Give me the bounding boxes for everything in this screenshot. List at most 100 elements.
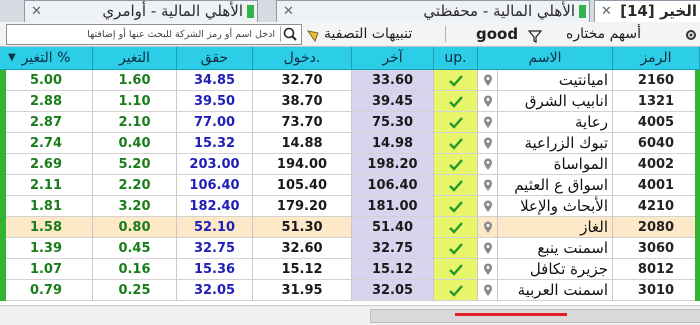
- watchlist-label: أسهم مختاره: [566, 26, 641, 42]
- filter-alerts-button[interactable]: تنبيهات التصفية: [306, 22, 440, 46]
- scrollbar-thumb[interactable]: [370, 309, 700, 323]
- cell-symbol: 3010: [613, 280, 700, 301]
- cell-pct: 1.39: [0, 238, 93, 259]
- column-header-symbol[interactable]: الرمز: [613, 47, 700, 69]
- cell-name: الغاز: [498, 217, 613, 238]
- table-row[interactable]: 2.11 2.20 106.40 105.40 106.40 اسواق ع العثيم…: [0, 175, 700, 196]
- search-icon[interactable]: [280, 26, 299, 42]
- cell-target: 203.00: [177, 154, 253, 175]
- cell-change: 1.10: [93, 91, 177, 112]
- column-header-entry[interactable]: دخول.: [253, 47, 352, 69]
- cell-last: 15.12: [352, 259, 434, 280]
- location-pin-icon: [478, 175, 498, 196]
- sort-arrow-icon[interactable]: ▼: [8, 47, 16, 69]
- cell-change: 3.20: [93, 196, 177, 217]
- cell-entry: 32.60: [253, 238, 352, 259]
- check-icon: [434, 91, 478, 112]
- scroll-position-indicator: [455, 313, 567, 316]
- cell-name: اسواق ع العثيم: [498, 175, 613, 196]
- column-header-change-pct[interactable]: ▼ التغير %: [0, 47, 93, 69]
- table-row[interactable]: 1.39 0.45 32.75 32.60 32.75 اسمنت ينبع 3060: [0, 238, 700, 259]
- cell-last: 14.98: [352, 133, 434, 154]
- trend-bar-right: [695, 133, 700, 154]
- cell-target: 52.10: [177, 217, 253, 238]
- cell-symbol: 3060: [613, 238, 700, 259]
- column-header-up[interactable]: up.: [434, 47, 478, 69]
- check-icon: [434, 217, 478, 238]
- table-row[interactable]: 1.07 0.16 15.36 15.12 15.12 جزيرة تكافل 8012: [0, 259, 700, 280]
- cell-change: 2.10: [93, 112, 177, 133]
- horizontal-scrollbar[interactable]: [0, 305, 700, 325]
- cell-entry: 105.40: [253, 175, 352, 196]
- watchlist-selector[interactable]: good أسهم مختاره: [456, 22, 684, 46]
- tab-label: الأهلي المالية - أوامري: [102, 2, 243, 20]
- cell-name: المواساة: [498, 154, 613, 175]
- cell-change: 5.20: [93, 154, 177, 175]
- cell-pct: 1.81: [0, 196, 93, 217]
- cell-entry: 32.70: [253, 70, 352, 91]
- watchlist-table: ▼ التغير % التغير حقق دخول. آخر up. الاس…: [0, 47, 700, 305]
- cell-symbol: 2160: [613, 70, 700, 91]
- status-indicator: [579, 5, 586, 18]
- table-header: ▼ التغير % التغير حقق دخول. آخر up. الاس…: [0, 47, 700, 70]
- column-header-target[interactable]: حقق: [177, 47, 253, 69]
- cell-name: الأبحاث والإعلا: [498, 196, 613, 217]
- cell-change: 0.16: [93, 259, 177, 280]
- tab-label: الأهلي المالية - محفظتي: [423, 2, 575, 20]
- check-icon: [434, 154, 478, 175]
- cell-target: 34.85: [177, 70, 253, 91]
- trend-bar-right: [695, 154, 700, 175]
- cell-pct: 2.11: [0, 175, 93, 196]
- cell-symbol: 1321: [613, 91, 700, 112]
- cell-entry: 194.00: [253, 154, 352, 175]
- symbol-search[interactable]: ادخل اسم أو رمز الشركة للبحث عنها أو إضا…: [6, 24, 302, 45]
- table-row[interactable]: 2.88 1.10 39.50 38.70 39.45 انابيب الشرق 1321: [0, 91, 700, 112]
- location-pin-icon: [478, 70, 498, 91]
- tab-ahli-portfolio[interactable]: ✕ الأهلي المالية - محفظتي: [276, 0, 590, 22]
- table-row[interactable]: 1.81 3.20 182.40 179.20 181.00 الأبحاث والإعل…: [0, 196, 700, 217]
- table-row[interactable]: 2.74 0.40 15.32 14.88 14.98 تبوك الزراعية 6040: [0, 133, 700, 154]
- close-icon[interactable]: ✕: [283, 1, 294, 22]
- close-icon[interactable]: ✕: [31, 1, 42, 22]
- check-icon: [434, 112, 478, 133]
- check-icon: [434, 133, 478, 154]
- check-icon: [434, 238, 478, 259]
- trend-bar-left: [0, 133, 6, 154]
- column-header-name[interactable]: الاسم: [478, 47, 613, 69]
- cell-target: 32.75: [177, 238, 253, 259]
- table-row[interactable]: 2.87 2.10 77.00 73.70 75.30 رعاية 4005: [0, 112, 700, 133]
- table-row[interactable]: 5.00 1.60 34.85 32.70 33.60 اميانتيت 2160: [0, 70, 700, 91]
- check-icon: [434, 175, 478, 196]
- close-icon[interactable]: ✕: [601, 1, 612, 22]
- cell-target: 182.40: [177, 196, 253, 217]
- check-icon: [434, 280, 478, 301]
- column-header-change[interactable]: التغير: [93, 47, 177, 69]
- search-input[interactable]: ادخل اسم أو رمز الشركة للبحث عنها أو إضا…: [11, 25, 275, 44]
- gear-icon[interactable]: [684, 27, 698, 41]
- location-pin-icon: [478, 280, 498, 301]
- funnel-icon[interactable]: [527, 27, 543, 43]
- cell-name: جزيرة تكافل: [498, 259, 613, 280]
- trend-bar-left: [0, 112, 6, 133]
- trend-bar-left: [0, 175, 6, 196]
- cell-entry: 38.70: [253, 91, 352, 112]
- cell-pct: 2.88: [0, 91, 93, 112]
- column-header-last[interactable]: آخر: [352, 47, 434, 69]
- check-icon: [434, 70, 478, 91]
- cell-target: 15.32: [177, 133, 253, 154]
- cell-pct: 1.07: [0, 259, 93, 280]
- location-pin-icon: [478, 91, 498, 112]
- tab-ahli-orders[interactable]: ✕ الأهلي المالية - أوامري: [24, 0, 258, 22]
- table-row[interactable]: 1.58 0.80 52.10 51.30 51.40 الغاز 2080: [0, 217, 700, 238]
- cell-pct: 5.00: [0, 70, 93, 91]
- cell-entry: 15.12: [253, 259, 352, 280]
- tab-alkhair[interactable]: ✕ الخير [14]: [594, 0, 700, 22]
- cell-change: 1.60: [93, 70, 177, 91]
- table-row[interactable]: 0.79 0.25 32.05 31.95 32.05 اسمنت العربية 3010: [0, 280, 700, 301]
- trend-bar-right: [695, 70, 700, 91]
- trend-bar-left: [0, 70, 6, 91]
- location-pin-icon: [478, 133, 498, 154]
- location-pin-icon: [478, 217, 498, 238]
- table-row[interactable]: 2.69 5.20 203.00 194.00 198.20 المواساة 4002: [0, 154, 700, 175]
- trend-bar-right: [695, 175, 700, 196]
